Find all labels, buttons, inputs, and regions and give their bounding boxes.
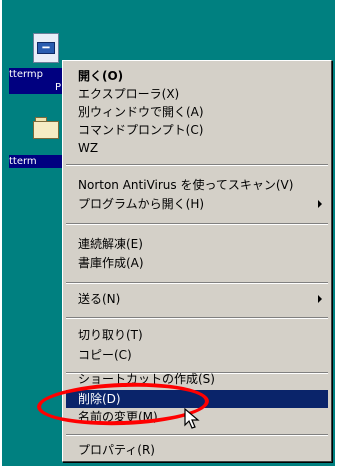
- menu-item-wz[interactable]: WZ: [66, 139, 328, 157]
- menu-item-extract[interactable]: 連続解凍(E): [66, 235, 328, 253]
- menu-item-properties[interactable]: プロパティ(R): [66, 441, 328, 459]
- menu-item-cut[interactable]: 切り取り(T): [66, 326, 328, 344]
- menu-separator: [66, 223, 328, 225]
- menu-item-create-archive[interactable]: 書庫作成(A): [66, 254, 328, 272]
- menu-item-explorer[interactable]: エクスプローラ(X): [66, 85, 328, 103]
- menu-separator: [66, 282, 328, 284]
- menu-separator: [66, 164, 328, 166]
- menu-separator: [66, 434, 328, 436]
- menu-item-norton-scan[interactable]: Norton AntiVirus を使ってスキャン(V): [66, 176, 328, 194]
- menu-item-copy[interactable]: コピー(C): [66, 346, 328, 364]
- menu-item-command-prompt[interactable]: コマンドプロンプト(C): [66, 121, 328, 139]
- text-file-icon[interactable]: ▬▬: [33, 33, 59, 63]
- file-badge: ▬▬: [37, 42, 55, 54]
- desktop-icon-label[interactable]: ttermp: [9, 68, 63, 81]
- menu-item-open-with[interactable]: プログラムから開く(H): [66, 195, 328, 213]
- mouse-cursor-icon: [184, 408, 200, 429]
- menu-item-label: 送る(N): [78, 292, 121, 306]
- submenu-arrow-icon: [318, 200, 322, 208]
- menu-separator: [66, 317, 328, 319]
- desktop-icon-label-line2[interactable]: P: [9, 81, 63, 94]
- submenu-arrow-icon: [318, 295, 322, 303]
- desktop-icon-label[interactable]: tterm: [9, 155, 63, 168]
- menu-item-send-to[interactable]: 送る(N): [66, 290, 328, 308]
- folder-icon[interactable]: [33, 117, 59, 139]
- menu-item-open[interactable]: 開く(O): [66, 67, 328, 85]
- menu-item-open-new-window[interactable]: 別ウィンドウで開く(A): [66, 103, 328, 121]
- menu-item-label: プログラムから開く(H): [78, 197, 205, 211]
